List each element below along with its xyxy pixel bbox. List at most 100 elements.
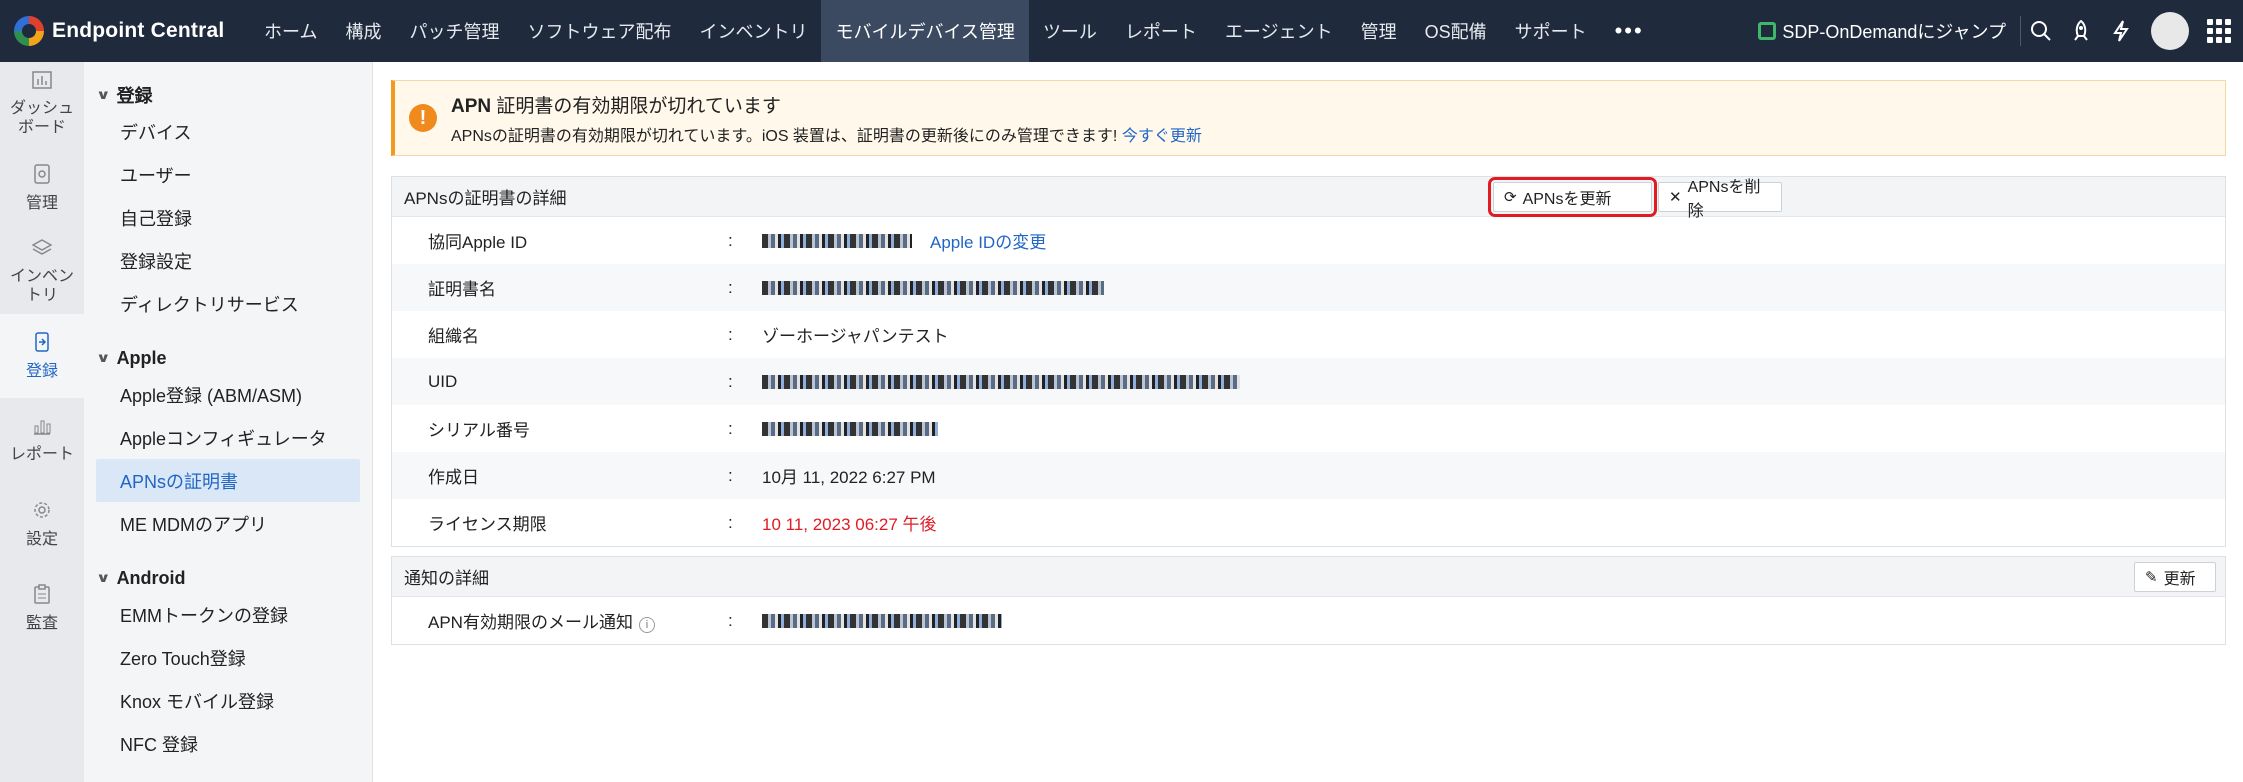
redacted-serial <box>762 421 938 436</box>
rail-settings-label: 設定 <box>25 530 58 548</box>
chevron-down-icon: ∨ <box>95 570 111 585</box>
rail-inventory-label: インベントリ <box>9 268 74 304</box>
menu-apns-certificate[interactable]: APNsの証明書 <box>96 459 360 502</box>
menu-nfc[interactable]: NFC 登録 <box>84 722 372 765</box>
nav-configuration[interactable]: 構成 <box>331 0 395 62</box>
row-organization: 組織名 : ゾーホージャパンテスト <box>428 324 949 347</box>
notification-panel-title: 通知の詳細 <box>404 569 489 588</box>
top-right-tools: SDP-OnDemandにジャンプ <box>1758 0 2231 62</box>
menu-users[interactable]: ユーザー <box>84 153 372 196</box>
row-created: 作成日 : 10月 11, 2022 6:27 PM <box>392 452 2225 499</box>
report-icon <box>32 417 52 439</box>
nav-admin[interactable]: 管理 <box>1347 0 1411 62</box>
main-nav: ホーム 構成 パッチ管理 ソフトウェア配布 インベントリ モバイルデバイス管理 … <box>250 0 1658 62</box>
nav-tools[interactable]: ツール <box>1029 0 1111 62</box>
section-enroll[interactable]: ∨ 登録 <box>84 80 372 110</box>
rail-report-label: レポート <box>9 445 74 463</box>
layers-icon <box>31 239 53 261</box>
renew-apns-button[interactable]: ⟳ APNsを更新 <box>1488 177 1657 217</box>
rail-inventory[interactable]: インベントリ <box>0 230 84 314</box>
alert-text: APNsの証明書の有効期限が切れています。iOS 装置は、証明書の更新後にのみ管… <box>451 127 1202 145</box>
brand[interactable]: Endpoint Central <box>0 0 250 62</box>
redacted-email <box>762 613 1002 628</box>
nav-software-deployment[interactable]: ソフトウェア配布 <box>513 0 685 62</box>
enroll-icon <box>33 331 51 356</box>
rail-settings[interactable]: 設定 <box>0 482 84 566</box>
update-notification-button[interactable]: ✎ 更新 <box>2134 562 2216 592</box>
lightning-icon[interactable] <box>2101 0 2141 62</box>
nav-os-deployment[interactable]: OS配備 <box>1411 0 1501 62</box>
nav-support[interactable]: サポート <box>1501 0 1601 62</box>
menu-enroll-settings[interactable]: 登録設定 <box>84 239 372 282</box>
section-android-label: Android <box>116 567 186 588</box>
rail-report[interactable]: レポート <box>0 398 84 482</box>
close-icon: ✕ <box>1669 189 1682 206</box>
nav-home[interactable]: ホーム <box>250 0 331 62</box>
brand-name: Endpoint Central <box>52 19 225 42</box>
menu-knox[interactable]: Knox モバイル登録 <box>84 679 372 722</box>
nav-agent[interactable]: エージェント <box>1211 0 1347 62</box>
rocket-icon[interactable] <box>2061 0 2101 62</box>
menu-devices[interactable]: デバイス <box>84 110 372 153</box>
nav-inventory[interactable]: インベントリ <box>685 0 821 62</box>
nav-patch[interactable]: パッチ管理 <box>395 0 513 62</box>
menu-apple-abm[interactable]: Apple登録 (ABM/ASM) <box>84 373 372 416</box>
rail-manage-label: 管理 <box>25 194 58 212</box>
menu-emm-token[interactable]: EMMトークンの登録 <box>84 593 372 636</box>
row-uid: UID : <box>392 358 2225 405</box>
rail-dashboard[interactable]: ダッシュボード <box>0 62 84 146</box>
apns-certificate-panel: APNsの証明書の詳細 ⟳ APNsを更新 ✕ APNsを削除 協同Apple … <box>391 176 2226 547</box>
rail-audit[interactable]: 監査 <box>0 566 84 650</box>
apns-detail-rows: 協同Apple ID : Apple IDの変更 証明書名 : 組織名 : ゾー… <box>392 217 2225 546</box>
endpoint-central-logo-icon <box>14 16 44 46</box>
main-content: ! APN 証明書の有効期限が切れています APNsの証明書の有効期限が切れてい… <box>372 62 2243 782</box>
rail-dashboard-label: ダッシュボード <box>9 100 74 136</box>
secondary-menu: ∨ 登録 デバイス ユーザー 自己登録 登録設定 ディレクトリサービス ∨ Ap… <box>84 62 372 782</box>
search-icon[interactable] <box>2021 0 2061 62</box>
user-avatar[interactable] <box>2151 12 2189 50</box>
menu-zero-touch[interactable]: Zero Touch登録 <box>84 636 372 679</box>
expiry-value: 10 11, 2023 06:27 午後 <box>762 515 937 534</box>
alert-title: APN 証明書の有効期限が切れています <box>451 95 781 117</box>
section-apple-label: Apple <box>116 347 167 368</box>
app-grid-icon[interactable] <box>2207 19 2231 43</box>
row-expiry: ライセンス期限 : 10 11, 2023 06:27 午後 <box>392 499 2225 546</box>
sdp-jump-label: SDP-OnDemandにジャンプ <box>1782 22 2006 42</box>
rail-enroll[interactable]: 登録 <box>0 314 84 398</box>
info-icon[interactable]: i <box>638 617 655 633</box>
redacted-cert-name <box>762 280 1104 295</box>
delete-apns-button[interactable]: ✕ APNsを削除 <box>1658 179 1782 220</box>
clipboard-icon <box>33 583 51 608</box>
left-icon-rail: ダッシュボード 管理 インベントリ 登録 レポート 設定 監査 <box>0 62 84 782</box>
rail-audit-label: 監査 <box>25 614 58 632</box>
renew-now-link[interactable]: 今すぐ更新 <box>1122 128 1202 145</box>
chevron-down-icon: ∨ <box>95 87 111 102</box>
notification-panel-header: 通知の詳細 ✎ 更新 <box>392 557 2225 597</box>
sdp-jump-link[interactable]: SDP-OnDemandにジャンプ <box>1758 16 2021 46</box>
nav-mdm[interactable]: モバイルデバイス管理 <box>821 0 1029 62</box>
rail-manage[interactable]: 管理 <box>0 146 84 230</box>
menu-directory-service[interactable]: ディレクトリサービス <box>84 282 372 325</box>
apns-panel-title: APNsの証明書の詳細 <box>404 189 567 208</box>
gear-icon <box>32 500 52 524</box>
row-cert-name: 証明書名 : <box>392 264 2225 311</box>
pencil-icon: ✎ <box>2145 569 2158 586</box>
dashboard-icon <box>32 71 52 93</box>
menu-self-enroll[interactable]: 自己登録 <box>84 196 372 239</box>
change-apple-id-link[interactable]: Apple IDの変更 <box>930 228 1046 253</box>
section-android[interactable]: ∨ Android <box>84 563 372 593</box>
refresh-icon: ⟳ <box>1504 189 1517 206</box>
top-navbar: Endpoint Central ホーム 構成 パッチ管理 ソフトウェア配布 イ… <box>0 0 2243 62</box>
warning-icon: ! <box>409 104 437 132</box>
nav-reports[interactable]: レポート <box>1111 0 1211 62</box>
redacted-apple-id <box>762 233 912 248</box>
menu-me-mdm-app[interactable]: ME MDMのアプリ <box>84 502 372 545</box>
manage-icon <box>33 163 51 188</box>
section-enroll-label: 登録 <box>116 86 153 106</box>
apns-panel-header: APNsの証明書の詳細 ⟳ APNsを更新 ✕ APNsを削除 <box>392 177 2225 220</box>
section-apple[interactable]: ∨ Apple <box>84 343 372 373</box>
row-email-notification: APN有効期限のメール通知 i : <box>392 597 2225 644</box>
nav-more-icon[interactable]: ••• <box>1601 0 1658 62</box>
sdp-icon <box>1758 22 1777 40</box>
menu-apple-configurator[interactable]: Appleコンフィギュレータ <box>84 416 372 459</box>
